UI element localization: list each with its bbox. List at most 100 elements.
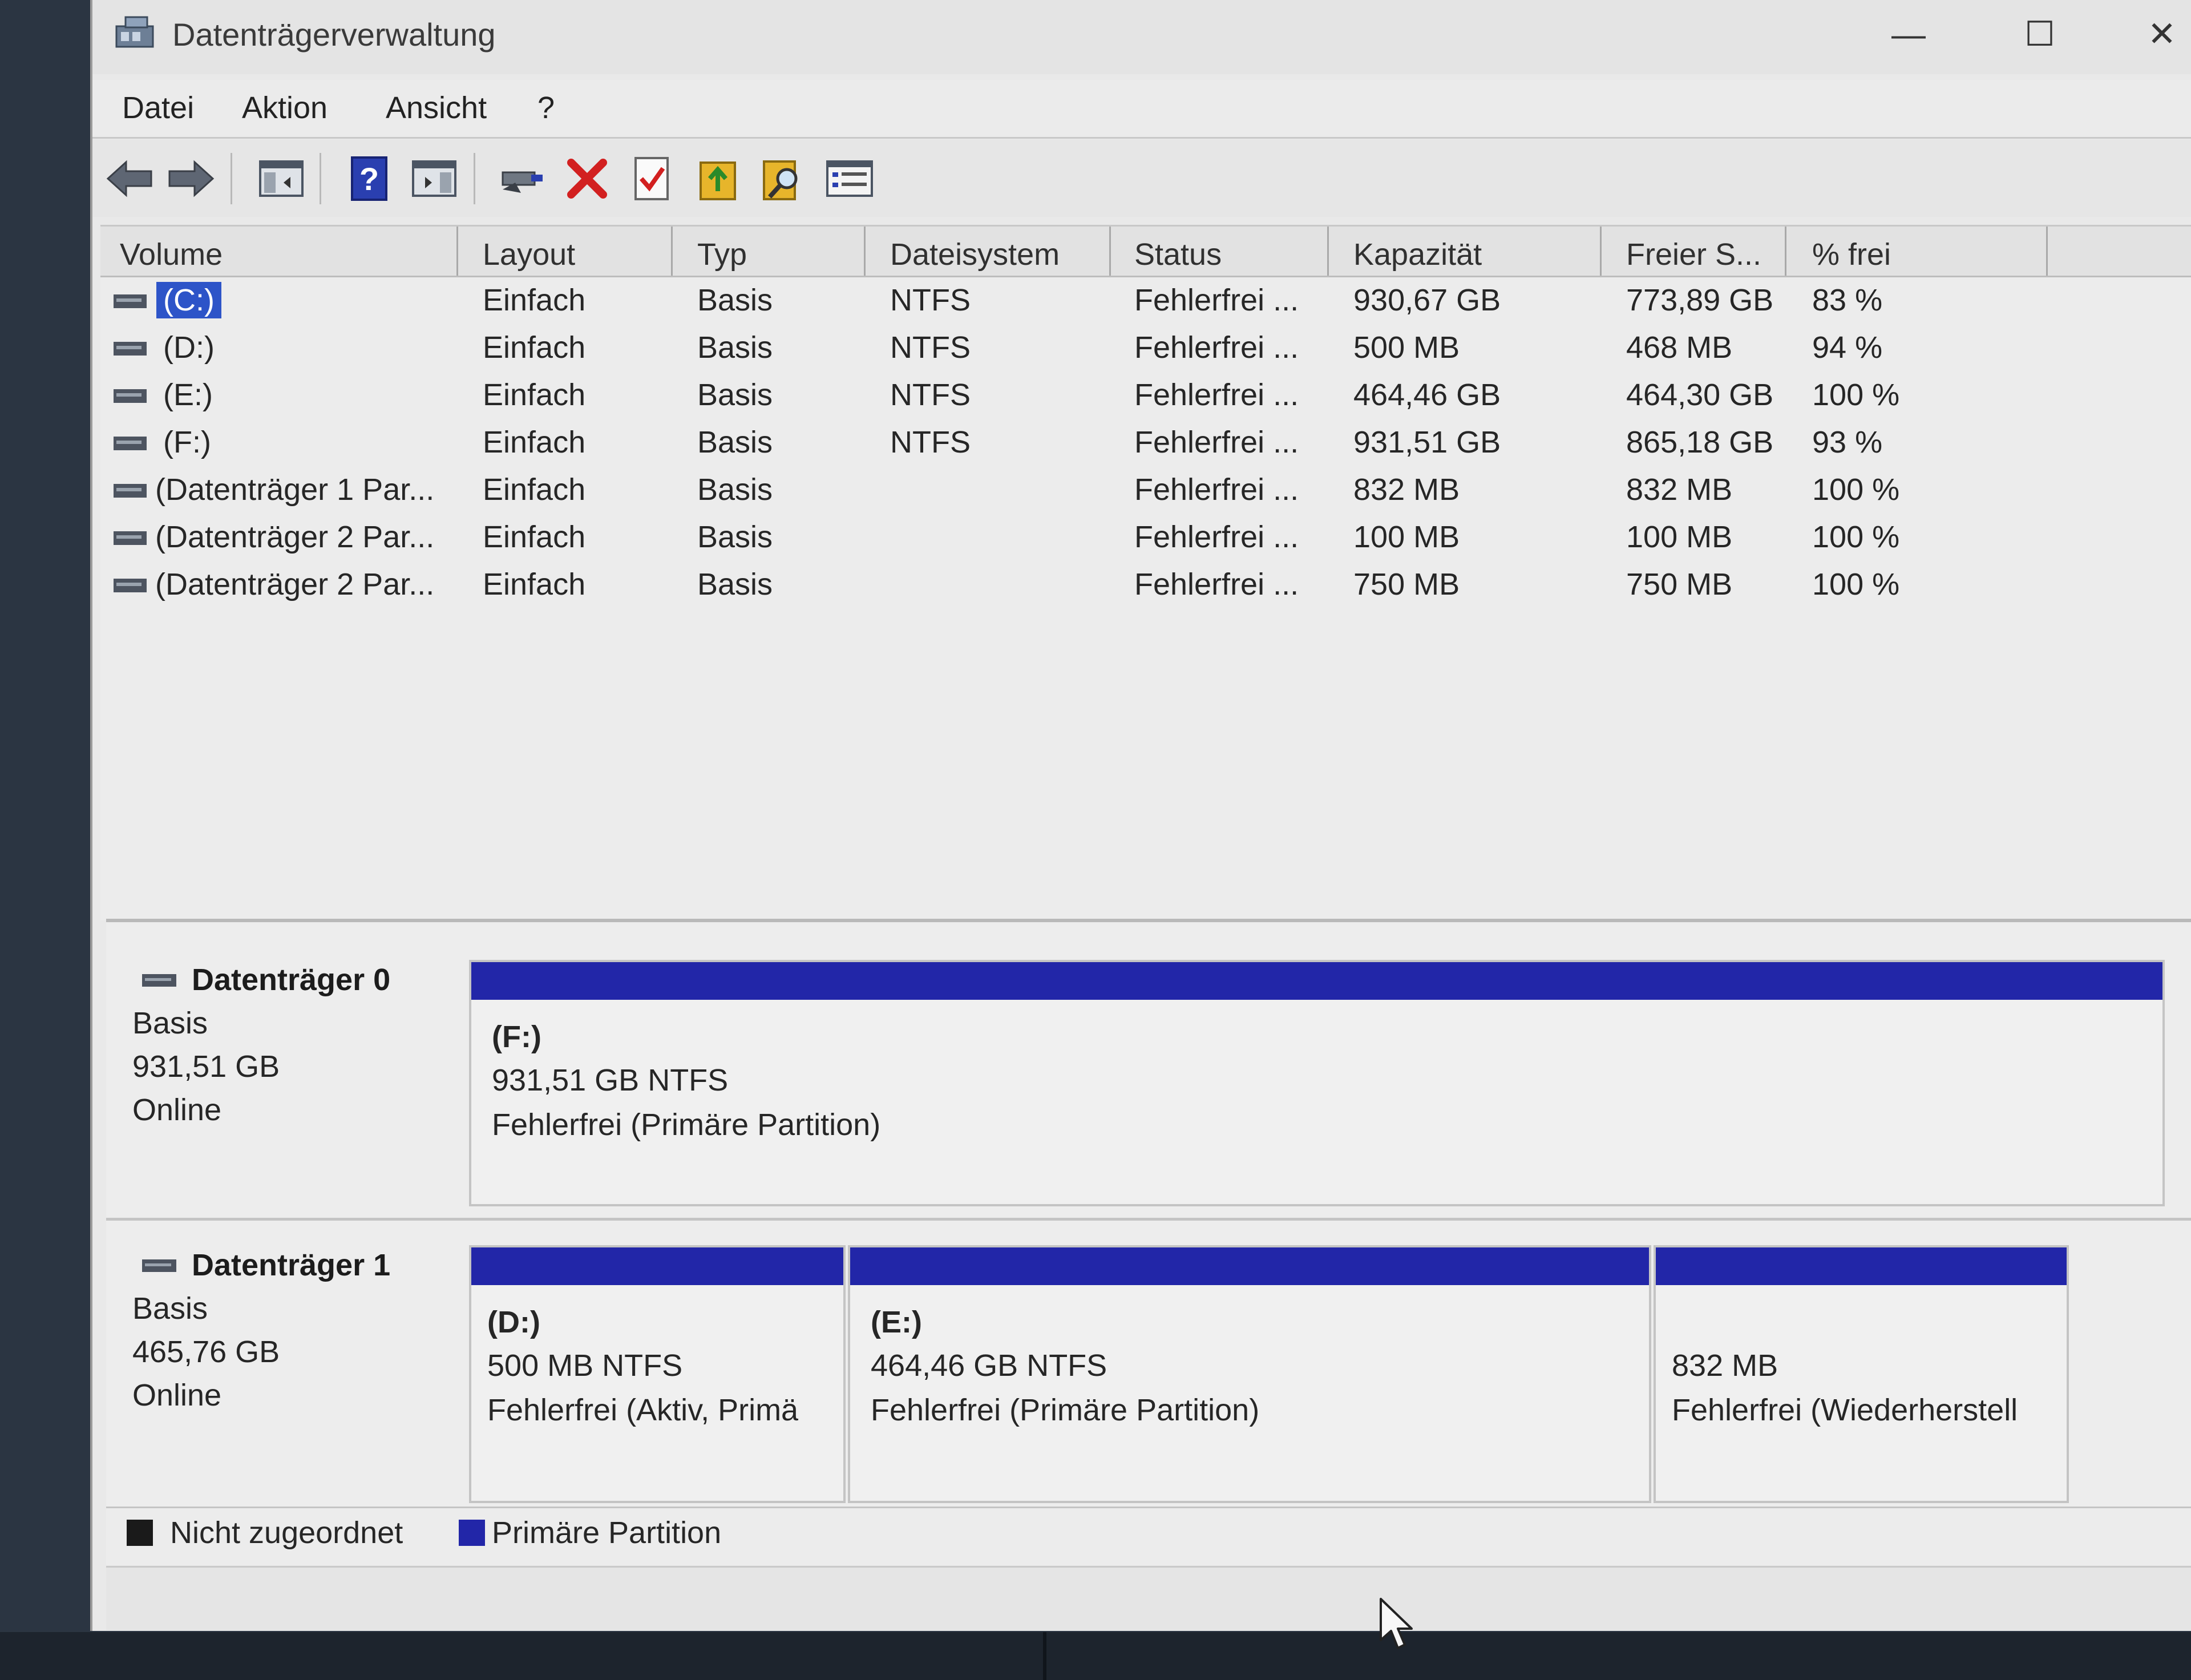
column-divider[interactable] <box>1327 227 1329 276</box>
table-row[interactable]: (F:) Einfach Basis NTFS Fehlerfrei ... 9… <box>100 421 2191 469</box>
title-bar: Datenträgerverwaltung — ☐ ✕ <box>92 0 2191 74</box>
cell-type: Basis <box>697 378 773 412</box>
forward-arrow-icon[interactable] <box>165 153 217 204</box>
cell-filesystem: NTFS <box>890 283 971 317</box>
column-freier-speicher[interactable]: Freier S... <box>1626 237 1761 272</box>
partition-size: 464,46 GB NTFS <box>871 1348 1107 1383</box>
column-status[interactable]: Status <box>1134 237 1222 272</box>
check-icon[interactable] <box>626 153 678 204</box>
table-row[interactable]: (Datenträger 2 Par... Einfach Basis Fehl… <box>100 563 2191 611</box>
action-pane-icon[interactable] <box>409 153 460 204</box>
cell-status: Fehlerfrei ... <box>1134 425 1299 459</box>
partition-size: 500 MB NTFS <box>487 1348 683 1383</box>
drive-icon <box>114 531 147 545</box>
disk-size: 931,51 GB <box>132 1049 280 1084</box>
partition-disk1-d[interactable]: (D:) 500 MB NTFS Fehlerfrei (Aktiv, Prim… <box>469 1245 846 1503</box>
partition-label: (F:) <box>492 1020 541 1054</box>
cell-layout: Einfach <box>483 472 586 507</box>
table-row[interactable]: (E:) Einfach Basis NTFS Fehlerfrei ... 4… <box>100 374 2191 421</box>
partition-status: Fehlerfrei (Primäre Partition) <box>871 1393 1260 1427</box>
cell-status: Fehlerfrei ... <box>1134 472 1299 507</box>
column-divider[interactable] <box>864 227 866 276</box>
column-divider[interactable] <box>1600 227 1602 276</box>
column-divider[interactable] <box>2046 227 2048 276</box>
menu-aktion[interactable]: Aktion <box>242 90 328 126</box>
delete-icon[interactable] <box>561 153 613 204</box>
cell-percent-free: 93 % <box>1812 425 1883 459</box>
partition-disk1-recovery[interactable]: 832 MB Fehlerfrei (Wiederherstell <box>1654 1245 2069 1503</box>
partition-bar <box>1656 1247 2067 1285</box>
back-arrow-icon[interactable] <box>104 153 155 204</box>
cell-status: Fehlerfrei ... <box>1134 330 1299 365</box>
disk-type: Basis <box>132 1291 208 1326</box>
list-view-icon[interactable] <box>824 153 875 204</box>
column-typ[interactable]: Typ <box>697 237 747 272</box>
drive-icon <box>114 437 147 450</box>
menu-bar: Datei Aktion Ansicht ? <box>92 80 2191 139</box>
table-row[interactable]: (Datenträger 1 Par... Einfach Basis Fehl… <box>100 469 2191 516</box>
partition-label: (E:) <box>871 1305 922 1339</box>
mouse-cursor-icon <box>1380 1598 1413 1649</box>
properties-export-icon[interactable] <box>693 153 744 204</box>
column-layout[interactable]: Layout <box>483 237 575 272</box>
toolbar-separator <box>320 153 321 204</box>
cell-type: Basis <box>697 425 773 459</box>
column-divider[interactable] <box>1109 227 1111 276</box>
cell-filesystem: NTFS <box>890 425 971 459</box>
cell-percent-free: 100 % <box>1812 472 1900 507</box>
column-divider[interactable] <box>456 227 458 276</box>
volume-name: (D:) <box>163 330 215 365</box>
disk-state: Online <box>132 1093 222 1127</box>
table-row[interactable]: (Datenträger 2 Par... Einfach Basis Fehl… <box>100 516 2191 563</box>
cell-free: 750 MB <box>1626 567 1733 601</box>
volume-name: (Datenträger 2 Par... <box>155 567 435 601</box>
column-divider[interactable] <box>1785 227 1786 276</box>
cell-free: 832 MB <box>1626 472 1733 507</box>
disk-1-info[interactable]: Datenträger 1 Basis 465,76 GB Online <box>106 1247 460 1533</box>
toolbar: ? <box>92 139 2191 217</box>
disk-state: Online <box>132 1378 222 1412</box>
cell-layout: Einfach <box>483 283 586 317</box>
close-button[interactable]: ✕ <box>2131 6 2191 63</box>
toolbar-separator <box>474 153 475 204</box>
disk-separator <box>106 1218 2191 1221</box>
help-icon[interactable]: ? <box>343 153 395 204</box>
column-dateisystem[interactable]: Dateisystem <box>890 237 1060 272</box>
drive-icon <box>114 342 147 356</box>
cell-layout: Einfach <box>483 567 586 601</box>
partition-disk1-e[interactable]: (E:) 464,46 GB NTFS Fehlerfrei (Primäre … <box>848 1245 1651 1503</box>
column-prozent-frei[interactable]: % frei <box>1812 237 1891 272</box>
cell-layout: Einfach <box>483 425 586 459</box>
column-divider[interactable] <box>671 227 673 276</box>
search-icon[interactable] <box>758 153 809 204</box>
cell-filesystem: NTFS <box>890 330 971 365</box>
volume-name: (Datenträger 1 Par... <box>155 472 435 507</box>
disk-name: Datenträger 0 <box>192 963 391 997</box>
volume-name: (C:) <box>156 282 221 318</box>
partition-bar <box>850 1247 1649 1285</box>
cell-percent-free: 100 % <box>1812 378 1900 412</box>
volume-name: (F:) <box>163 425 211 459</box>
menu-ansicht[interactable]: Ansicht <box>386 90 487 126</box>
table-row[interactable]: (C:) Einfach Basis NTFS Fehlerfrei ... 9… <box>100 279 2191 326</box>
drive-icon <box>114 294 147 308</box>
maximize-button[interactable]: ☐ <box>2008 6 2071 63</box>
cell-free: 773,89 GB <box>1626 283 1774 317</box>
column-kapazitaet[interactable]: Kapazität <box>1353 237 1482 272</box>
minimize-button[interactable]: — <box>1877 6 1940 63</box>
disk-management-app-icon <box>115 16 154 48</box>
disk-0-info[interactable]: Datenträger 0 Basis 931,51 GB Online <box>106 962 460 1247</box>
disk-map-pane: Datenträger 0 Basis 931,51 GB Online (F:… <box>106 919 2191 1521</box>
cell-capacity: 464,46 GB <box>1353 378 1501 412</box>
menu-datei[interactable]: Datei <box>122 90 194 126</box>
cell-status: Fehlerfrei ... <box>1134 378 1299 412</box>
cell-percent-free: 94 % <box>1812 330 1883 365</box>
column-volume[interactable]: Volume <box>120 237 223 272</box>
console-tree-icon[interactable] <box>256 153 307 204</box>
window-title: Datenträgerverwaltung <box>172 17 496 52</box>
menu-help[interactable]: ? <box>537 90 555 126</box>
partition-disk0-f[interactable]: (F:) 931,51 GB NTFS Fehlerfrei (Primäre … <box>469 960 2165 1206</box>
cell-percent-free: 83 % <box>1812 283 1883 317</box>
connect-drive-icon[interactable] <box>496 153 548 204</box>
table-row[interactable]: (D:) Einfach Basis NTFS Fehlerfrei ... 5… <box>100 326 2191 374</box>
